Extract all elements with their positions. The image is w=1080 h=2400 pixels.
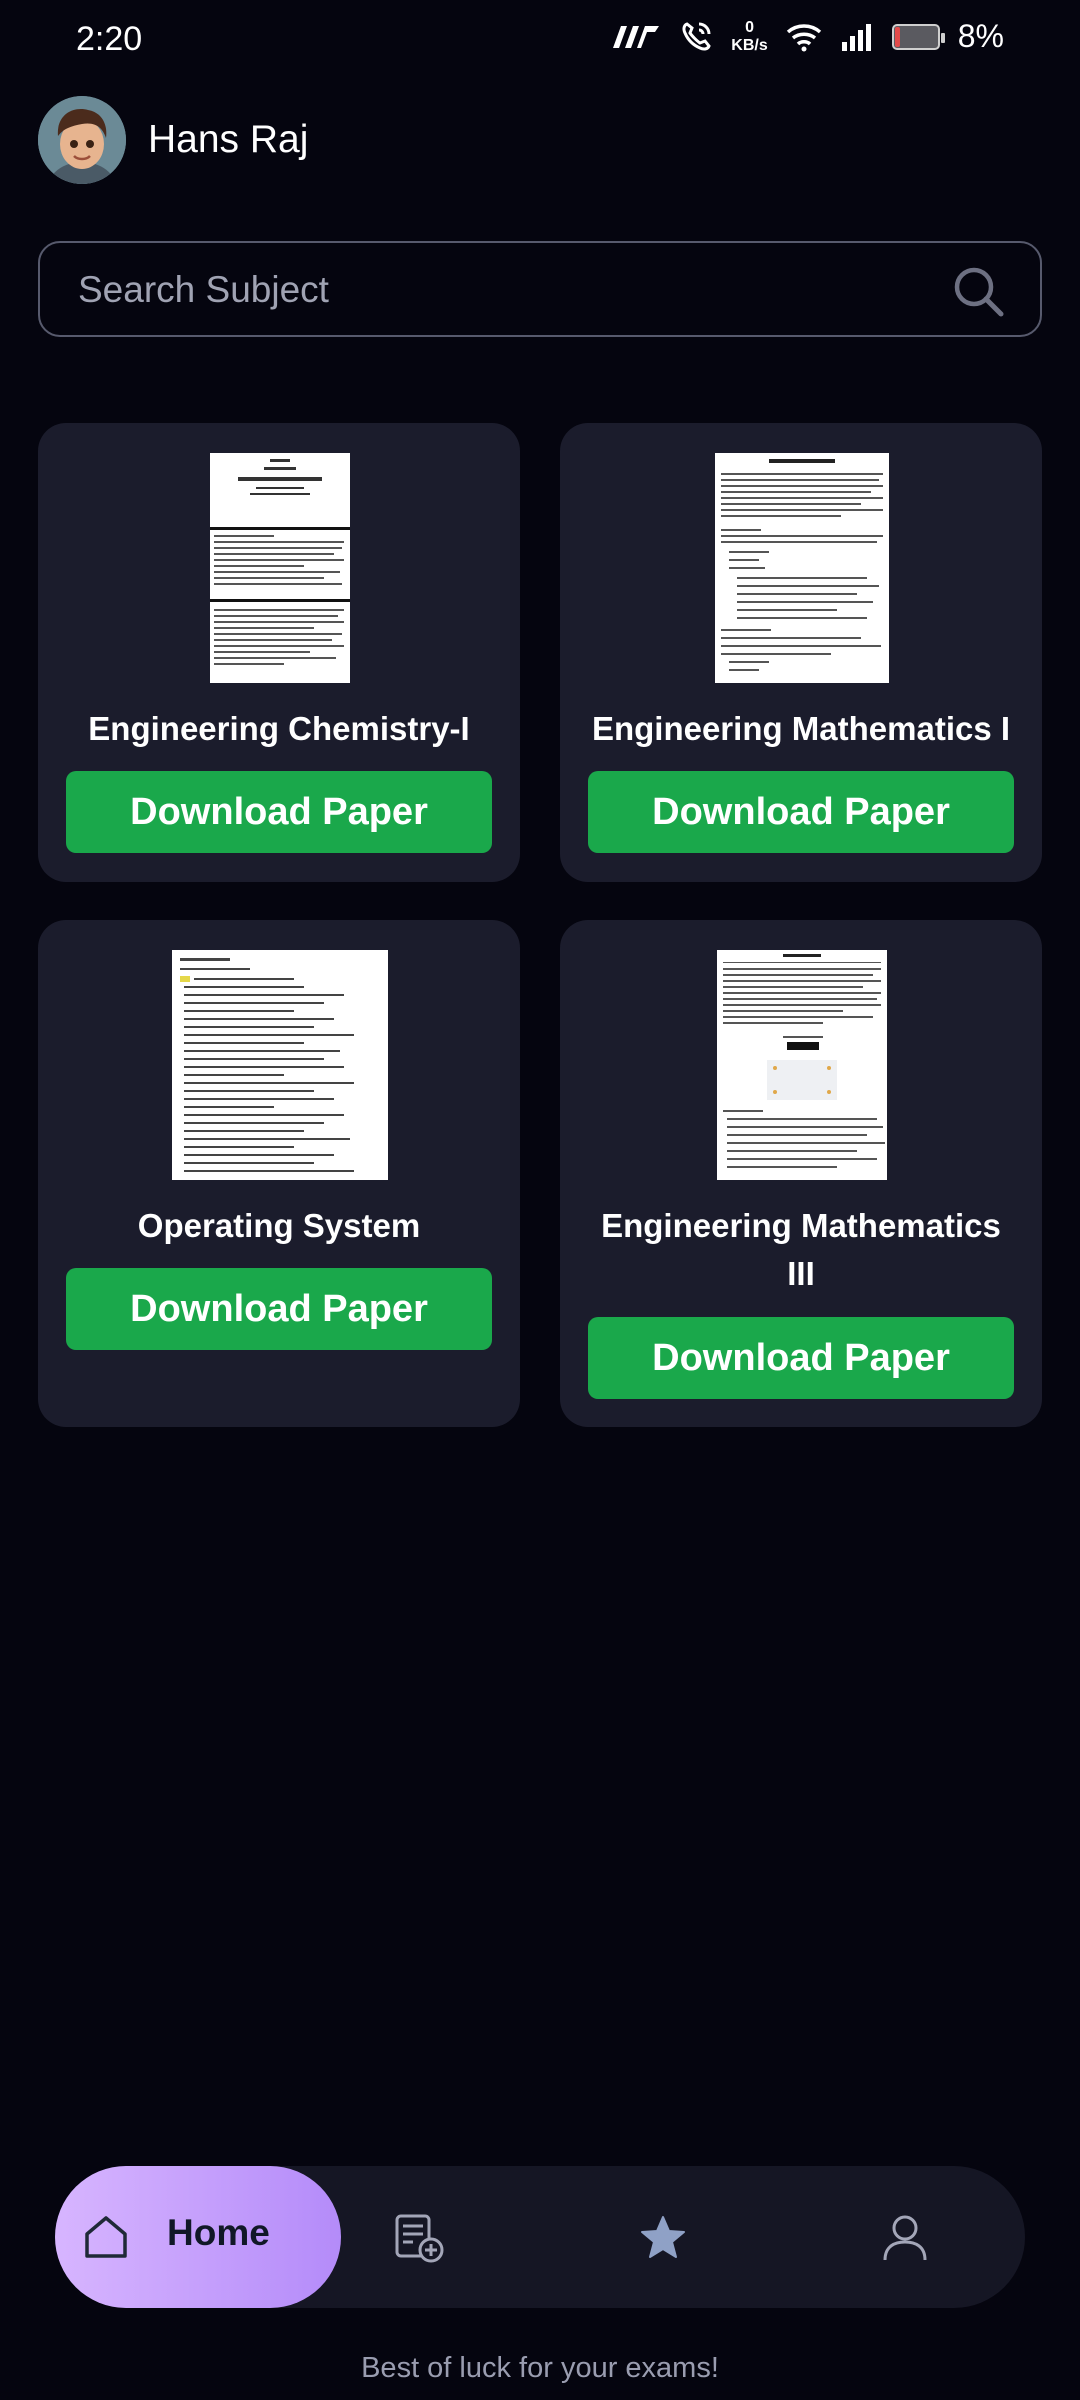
download-paper-button[interactable]: Download Paper (588, 1317, 1014, 1399)
paper-thumbnail (210, 453, 350, 683)
download-paper-button[interactable]: Download Paper (588, 771, 1014, 853)
subject-card[interactable]: Engineering Mathematics I Download Paper (560, 423, 1042, 882)
subject-card[interactable]: Engineering Mathematics III Download Pap… (560, 920, 1042, 1427)
subject-title: Operating System (137, 1207, 421, 1244)
subject-title: Engineering Mathematics I (591, 710, 1011, 747)
nav-item-home[interactable]: Home (55, 2166, 341, 2308)
add-paper-icon[interactable] (393, 2212, 445, 2264)
data-speed: 0 KB/s (731, 19, 767, 55)
signal-icon (841, 23, 871, 51)
subject-card[interactable]: Operating System Download Paper (38, 920, 520, 1427)
wifi-call-icon (682, 21, 711, 51)
nav-home-label: Home (167, 2212, 270, 2253)
data-speed-value: 0 (745, 18, 754, 36)
paper-thumbnail (715, 453, 889, 683)
bottom-nav: Home (55, 2166, 1025, 2308)
wifi-icon (786, 23, 821, 51)
search-icon[interactable] (952, 265, 1004, 317)
star-icon[interactable] (637, 2212, 689, 2264)
home-icon (85, 2216, 127, 2258)
profile-header[interactable]: Hans Raj (38, 96, 308, 184)
avatar[interactable] (38, 96, 126, 184)
user-name: Hans Raj (148, 118, 309, 161)
status-bar: 2:20 0 KB/s 8% (0, 0, 1080, 90)
search-placeholder: Search Subject (78, 269, 329, 310)
data-speed-unit: KB/s (731, 36, 768, 54)
footer-message: Best of luck for your exams! (361, 2352, 719, 2384)
download-paper-button[interactable]: Download Paper (66, 1268, 492, 1350)
subject-card[interactable]: Engineering Chemistry-I Download Paper (38, 423, 520, 882)
status-time: 2:20 (76, 20, 143, 58)
paper-thumbnail (172, 950, 388, 1180)
download-paper-button[interactable]: Download Paper (66, 771, 492, 853)
paper-thumbnail (717, 950, 887, 1180)
subject-title: Engineering Chemistry-I (88, 710, 470, 747)
status-icons: 0 KB/s 8% (609, 18, 1004, 55)
subject-title: Engineering Mathematics III (601, 1207, 1001, 1292)
search-input[interactable]: Search Subject (38, 241, 1042, 337)
battery-percent: 8% (957, 18, 1004, 54)
profile-icon[interactable] (879, 2212, 931, 2264)
battery-icon (891, 23, 945, 50)
network-operator-icon (613, 25, 660, 48)
